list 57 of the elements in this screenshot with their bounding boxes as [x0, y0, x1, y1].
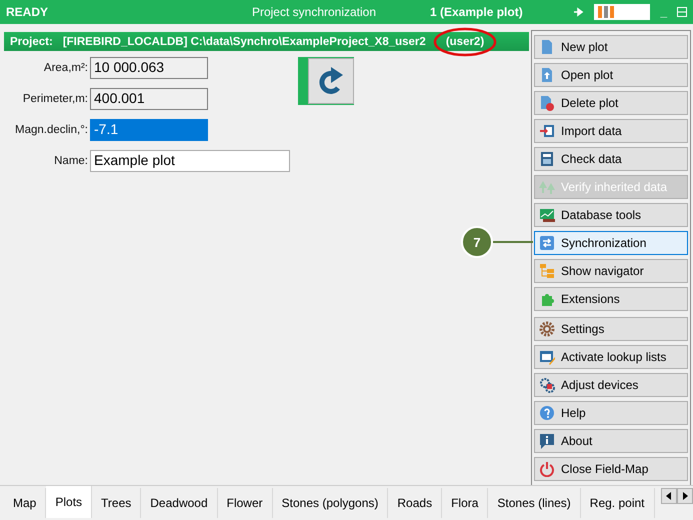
arrow-icon[interactable] [574, 7, 584, 17]
project-label: Project: [10, 36, 53, 48]
menu-button[interactable]: Check data [534, 147, 688, 171]
menu-button[interactable]: Help [534, 401, 688, 425]
current-plot: 1 (Example plot) [429, 5, 524, 19]
restore-icon[interactable] [677, 7, 687, 17]
window-title: Project synchronization [250, 5, 378, 19]
scroll-right-button[interactable] [677, 488, 693, 504]
left-arrow-icon [666, 492, 672, 500]
menu-button[interactable]: Delete plot [534, 91, 688, 115]
right-arrow-icon [682, 492, 688, 500]
menu-button[interactable]: Show navigator [534, 259, 688, 283]
import-icon [539, 123, 555, 139]
document-icon [539, 67, 555, 83]
info-icon [539, 433, 555, 449]
help-icon [539, 405, 555, 421]
menu-button[interactable]: Extensions [534, 287, 688, 311]
callout-badge: 7 [461, 226, 493, 258]
input-field[interactable]: -7.1 [90, 119, 208, 141]
redo-button[interactable] [308, 58, 354, 104]
list-pencil-icon [539, 349, 555, 365]
input-field[interactable]: Example plot [90, 150, 290, 172]
menu-button[interactable]: Activate lookup lists [534, 345, 688, 369]
leader-line [493, 240, 533, 244]
calculator-icon [539, 151, 555, 167]
field-label: Name: [53, 155, 88, 167]
project-user: (user2) [446, 36, 484, 48]
menu-button[interactable]: Database tools [534, 203, 688, 227]
field-label: Magn.declin,°: [14, 124, 88, 136]
status-text: READY [6, 5, 50, 19]
power-icon [539, 461, 555, 477]
tab[interactable]: Plots [46, 486, 92, 518]
menu-button[interactable]: About [534, 429, 688, 453]
document-icon [539, 95, 555, 111]
menu-button[interactable]: Synchronization [534, 231, 688, 255]
puzzle-icon [539, 291, 555, 307]
gears-icon [539, 377, 555, 393]
scroll-left-button[interactable] [661, 488, 677, 504]
input-field[interactable]: 10 000.063 [90, 57, 208, 79]
menu-button[interactable]: Open plot [534, 63, 688, 87]
highlight-ellipse [432, 26, 497, 56]
document-icon [539, 39, 555, 55]
menu-button[interactable]: Import data [534, 119, 688, 143]
menu-button[interactable]: Adjust devices [534, 373, 688, 397]
input-field[interactable]: 400.001 [90, 88, 208, 110]
menu-button[interactable]: New plot [534, 35, 688, 59]
arrows-icon [539, 235, 555, 251]
gear-icon [539, 321, 555, 337]
chart-icon [539, 207, 555, 223]
trees-icon [539, 179, 555, 195]
battery-icon [594, 4, 650, 20]
field-label: Perimeter,m: [22, 93, 88, 105]
project-path: [FIREBIRD_LOCALDB] C:\data\Synchro\ExampleProject_X8_user2 [62, 36, 426, 48]
menu-button[interactable]: Settings [534, 317, 688, 341]
tree-structure-icon [539, 263, 555, 279]
field-label: Area,m²: [42, 62, 88, 74]
menu-button[interactable]: Close Field-Map [534, 457, 688, 481]
